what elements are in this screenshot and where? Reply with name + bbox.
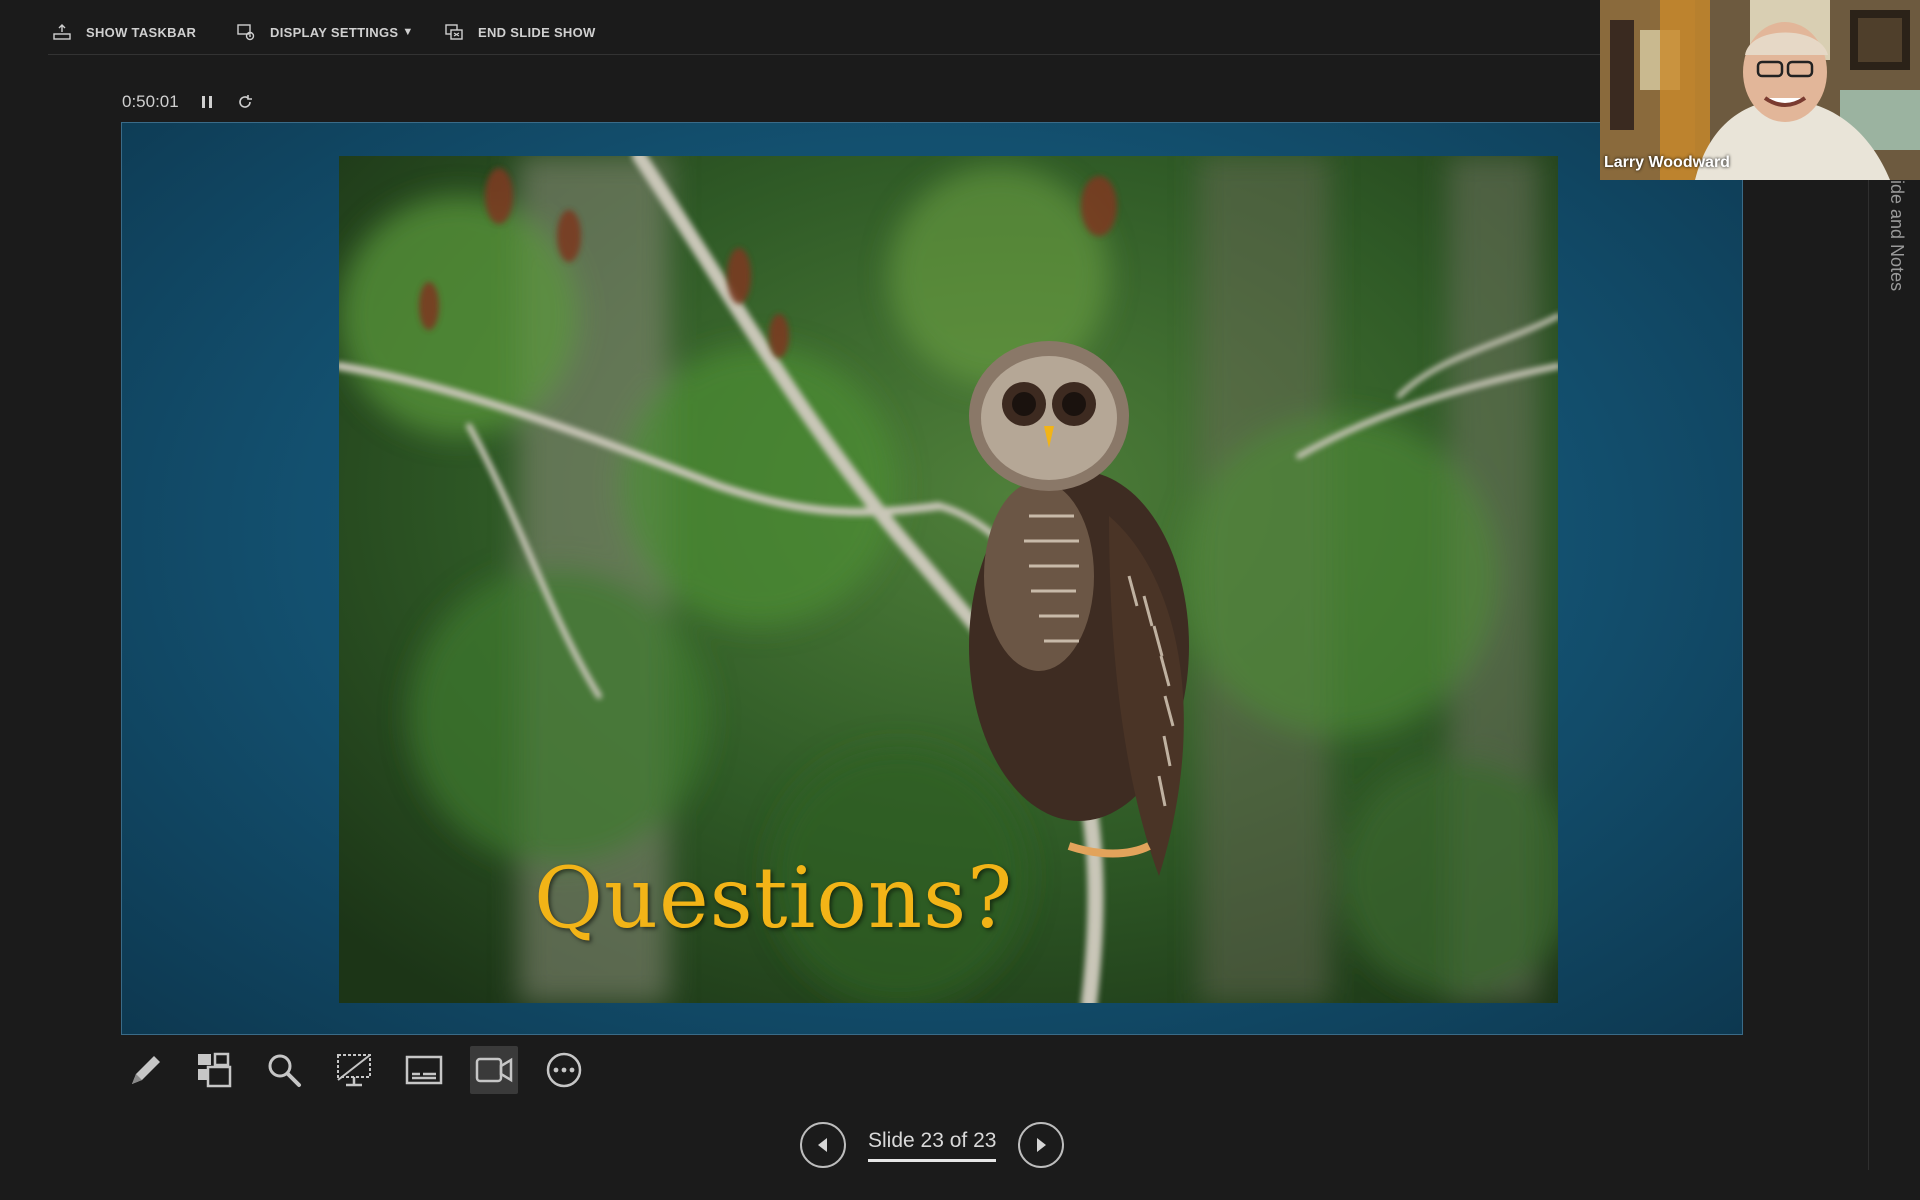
camera-icon	[475, 1057, 513, 1083]
pen-tool-button[interactable]	[120, 1046, 168, 1094]
elapsed-time: 0:50:01	[122, 92, 179, 111]
subtitles-icon	[405, 1055, 443, 1085]
participant-video	[1600, 0, 1920, 180]
more-options-icon	[546, 1052, 582, 1088]
pause-icon	[201, 96, 212, 108]
participant-video-tile[interactable]: Larry Woodward	[1600, 0, 1920, 180]
end-slide-show-label: END SLIDE SHOW	[478, 24, 596, 40]
pause-timer-button[interactable]	[197, 92, 217, 112]
next-slide-button[interactable]	[1018, 1122, 1065, 1168]
slide-and-notes-tab[interactable]: ide and Notes	[1886, 180, 1907, 291]
toolbar-divider	[48, 54, 1600, 55]
play-right-icon	[1037, 1138, 1047, 1152]
zoom-button[interactable]	[260, 1046, 308, 1094]
more-options-button[interactable]	[540, 1046, 588, 1094]
subtitles-button[interactable]	[400, 1046, 448, 1094]
play-left-icon	[818, 1138, 827, 1152]
slide-navigation: Slide 23 of 23	[800, 1120, 1065, 1170]
reset-timer-button[interactable]	[235, 92, 255, 112]
laser-screen-icon	[337, 1054, 371, 1087]
black-screen-button[interactable]	[330, 1046, 378, 1094]
display-settings-button[interactable]: DISPLAY SETTINGS ▼	[236, 20, 414, 44]
notes-panel-divider[interactable]	[1868, 180, 1869, 1170]
slide-title: Questions?	[534, 849, 1014, 947]
taskbar-icon	[53, 24, 71, 40]
previous-slide-button[interactable]	[800, 1122, 846, 1168]
slide-sorter-icon	[198, 1052, 232, 1088]
end-show-icon	[445, 24, 463, 40]
chevron-down-icon: ▼	[402, 26, 414, 38]
display-settings-label: DISPLAY SETTINGS	[270, 24, 399, 40]
camera-toggle-button[interactable]	[470, 1046, 518, 1094]
display-settings-icon	[237, 24, 255, 41]
participant-name: Larry Woodward	[1604, 154, 1730, 171]
slide-tools	[120, 1046, 588, 1094]
zoom-icon	[268, 1054, 301, 1087]
current-slide[interactable]: Questions?	[121, 122, 1743, 1035]
slide-counter[interactable]: Slide 23 of 23	[868, 1129, 997, 1162]
timer-controls: 0:50:01	[122, 90, 255, 114]
show-taskbar-label: SHOW TASKBAR	[86, 24, 197, 40]
show-taskbar-button[interactable]: SHOW TASKBAR	[52, 20, 196, 44]
end-slide-show-button[interactable]: END SLIDE SHOW	[444, 20, 596, 44]
pen-icon	[132, 1056, 160, 1084]
restart-icon	[238, 95, 252, 108]
see-all-slides-button[interactable]	[190, 1046, 238, 1094]
